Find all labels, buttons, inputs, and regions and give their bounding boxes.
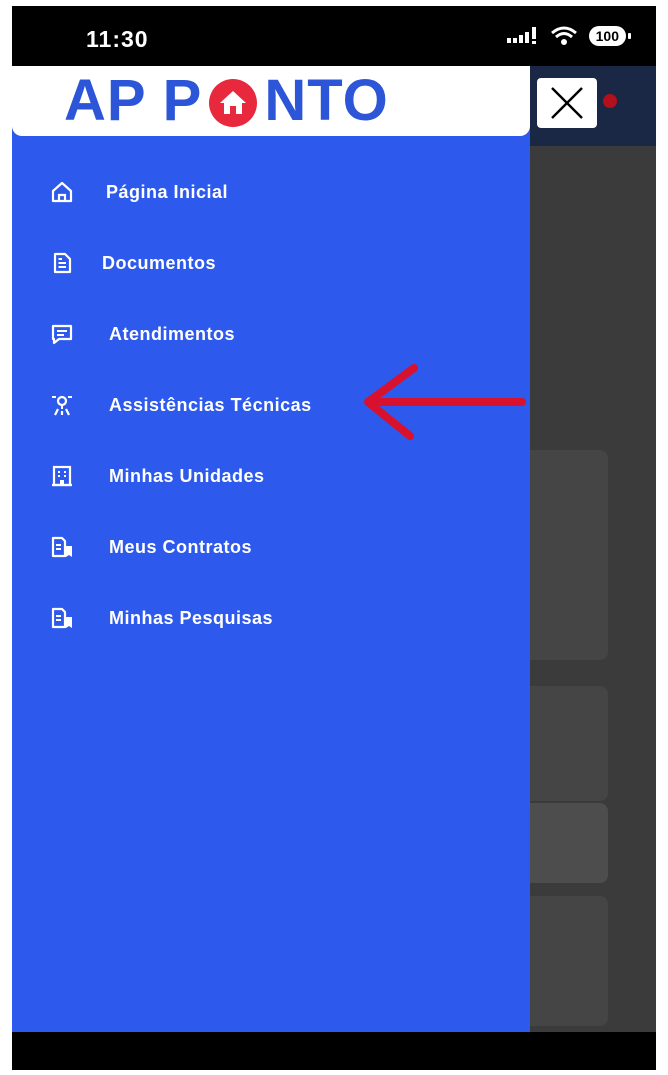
drawer-header: AP P NTO [12,66,530,136]
navigation-drawer: AP P NTO Página Inicial Documentos Atend… [12,66,530,1032]
wifi-icon [550,26,577,45]
logo-text-left: AP P [64,68,203,133]
building-icon [50,464,74,488]
signal-icon [506,27,536,44]
menu-item-minhas-unidades[interactable]: Minhas Unidades [50,456,265,496]
document-icon [50,251,74,275]
menu-item-documentos[interactable]: Documentos [50,243,216,283]
menu-item-pagina-inicial[interactable]: Página Inicial [50,172,228,212]
notification-dot [603,94,617,108]
menu-item-meus-contratos[interactable]: Meus Contratos [50,527,252,567]
menu-item-label: Assistências Técnicas [109,394,312,415]
menu-item-label: Página Inicial [106,181,229,202]
survey-icon [50,606,74,630]
menu-item-label: Meus Contratos [109,536,253,557]
bottom-bar [12,1032,656,1070]
status-time: 11:30 [86,26,149,52]
chat-icon [50,322,74,346]
logo-text-right: NTO [264,68,389,133]
menu-item-minhas-pesquisas[interactable]: Minhas Pesquisas [50,598,273,638]
close-button[interactable] [537,78,597,128]
battery-indicator: 100 [588,26,632,46]
house-logo-icon [209,79,258,127]
menu-item-atendimentos[interactable]: Atendimentos [50,314,235,354]
close-icon [551,87,583,119]
contract-icon [50,535,74,559]
status-bar: 11:30 100 [12,6,656,66]
home-icon [50,180,74,204]
menu-item-label: Minhas Unidades [109,465,265,486]
menu-item-assistencias-tecnicas[interactable]: Assistências Técnicas [50,385,312,425]
app-logo: AP P NTO [64,68,389,133]
phone-screen: 11:30 100 AP P NTO Página Inicial Docume… [12,6,656,1070]
tools-icon [50,393,74,417]
status-icons: 100 [505,26,632,46]
menu-item-label: Minhas Pesquisas [109,607,274,628]
annotation-arrow-icon [364,364,526,440]
menu-item-label: Atendimentos [109,323,236,344]
menu-item-label: Documentos [102,252,217,273]
